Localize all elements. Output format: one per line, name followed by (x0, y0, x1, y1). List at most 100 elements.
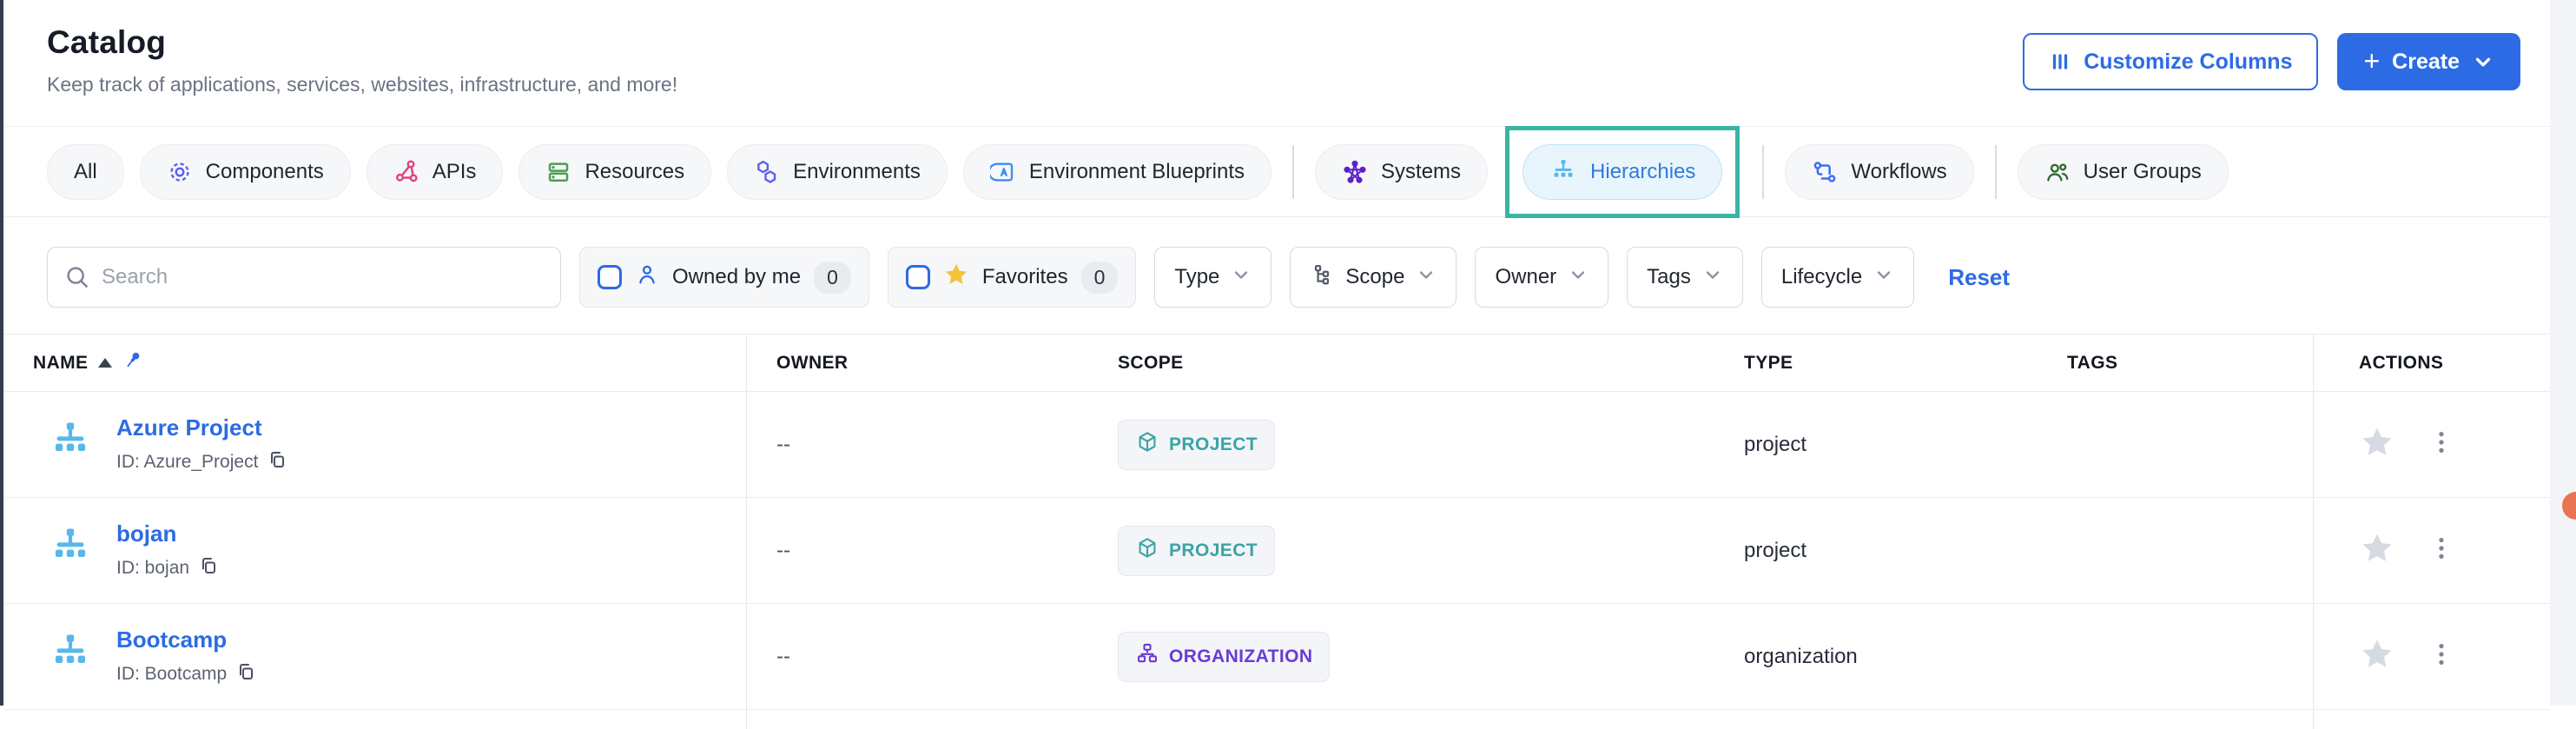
entity-name-link[interactable]: bojan (116, 520, 219, 547)
tab-group-divider (1762, 145, 1764, 199)
row-menu-button[interactable] (2428, 641, 2454, 672)
type-value: project (1736, 539, 2059, 563)
page-subtitle: Keep track of applications, services, we… (47, 73, 677, 96)
page-title-block: Catalog Keep track of applications, serv… (47, 24, 677, 96)
tab-apis[interactable]: APIs (367, 144, 504, 200)
row-menu-button[interactable] (2428, 429, 2454, 460)
type-filter-dropdown[interactable]: Type (1154, 247, 1271, 308)
blueprint-icon (990, 159, 1016, 185)
chevron-down-icon (1702, 264, 1723, 291)
sidebar-edge (0, 0, 3, 706)
favorite-star-button[interactable] (2359, 530, 2395, 571)
tab-environments[interactable]: Environments (727, 144, 948, 200)
customize-columns-button[interactable]: Customize Columns (2023, 33, 2318, 90)
tab-user-groups-label: User Groups (2084, 160, 2202, 184)
table-row-partial (3, 710, 2550, 729)
column-header-tags[interactable]: TAGS (2059, 353, 2313, 374)
column-header-name[interactable]: NAME (3, 335, 747, 391)
favorites-count: 0 (1081, 262, 1119, 294)
sort-ascending-icon[interactable] (98, 358, 112, 368)
scope-filter-label: Scope (1345, 265, 1404, 289)
copy-icon[interactable] (267, 449, 287, 475)
table-row: bojan ID: bojan -- PROJECT (3, 498, 2550, 604)
annotation-box: Hierarchies (1505, 126, 1740, 218)
tab-environments-label: Environments (793, 160, 921, 184)
favorite-star-button[interactable] (2359, 424, 2395, 465)
star-icon (943, 262, 969, 294)
entity-id: ID: Bootcamp (116, 664, 227, 685)
tab-components-label: Components (206, 160, 324, 184)
column-header-type[interactable]: TYPE (1736, 353, 2059, 374)
owned-by-me-filter[interactable]: Owned by me 0 (579, 247, 869, 308)
favorites-label: Favorites (982, 265, 1068, 289)
catalog-page: Catalog Keep track of applications, serv… (3, 0, 2550, 729)
type-value: project (1736, 433, 2059, 457)
create-label: Create (2392, 50, 2460, 75)
column-header-owner[interactable]: OWNER (747, 353, 1107, 374)
tab-systems[interactable]: Systems (1315, 144, 1488, 200)
gear-icon (167, 159, 193, 185)
scope-tree-icon (1310, 262, 1334, 293)
cube-icon (1135, 430, 1159, 460)
user-groups-icon (2044, 159, 2071, 185)
favorites-filter[interactable]: Favorites 0 (888, 247, 1137, 308)
tab-workflows[interactable]: Workflows (1785, 144, 1973, 200)
star-network-icon (1342, 159, 1368, 185)
chevron-down-icon (1873, 264, 1894, 291)
owner-value: -- (747, 645, 1107, 669)
tab-hierarchies[interactable]: Hierarchies (1522, 144, 1722, 200)
reset-filters-link[interactable]: Reset (1948, 264, 2010, 291)
entity-id: ID: Azure_Project (116, 452, 258, 473)
owner-filter-dropdown[interactable]: Owner (1475, 247, 1608, 308)
lifecycle-filter-dropdown[interactable]: Lifecycle (1761, 247, 1914, 308)
column-header-scope[interactable]: SCOPE (1107, 353, 1736, 374)
create-button[interactable]: + Create (2337, 33, 2520, 90)
tab-resources[interactable]: Resources (519, 144, 711, 200)
customize-columns-label: Customize Columns (2084, 50, 2292, 75)
scope-badge: PROJECT (1118, 526, 1275, 576)
filter-bar: Owned by me 0 Favorites 0 Type Scope (3, 217, 2550, 318)
tab-components[interactable]: Components (140, 144, 351, 200)
owner-value: -- (747, 539, 1107, 563)
owner-filter-label: Owner (1495, 265, 1556, 289)
cube-icon (1135, 536, 1159, 566)
copy-icon[interactable] (235, 661, 256, 687)
scope-badge: PROJECT (1118, 420, 1275, 470)
hierarchy-entity-icon (49, 633, 92, 680)
copy-icon[interactable] (198, 555, 219, 581)
tab-workflows-label: Workflows (1851, 160, 1946, 184)
search-input[interactable] (47, 247, 561, 308)
entity-name-link[interactable]: Azure Project (116, 414, 287, 441)
favorite-star-button[interactable] (2359, 636, 2395, 677)
pin-icon[interactable] (122, 349, 145, 376)
plus-icon: + (2363, 47, 2380, 75)
hierarchy-icon (1549, 158, 1577, 186)
tab-user-groups[interactable]: User Groups (2018, 144, 2229, 200)
catalog-tab-bar: All Components APIs Resources Environmen (3, 127, 2550, 217)
owner-value: -- (747, 433, 1107, 457)
catalog-table: NAME OWNER SCOPE TYPE TAGS ACTIONS Azure… (3, 334, 2550, 729)
table-header-row: NAME OWNER SCOPE TYPE TAGS ACTIONS (3, 335, 2550, 392)
owned-by-me-checkbox[interactable] (598, 265, 622, 289)
search-box (47, 247, 561, 308)
tab-group-divider (1995, 145, 1997, 199)
favorites-checkbox[interactable] (906, 265, 930, 289)
tags-filter-dropdown[interactable]: Tags (1627, 247, 1743, 308)
owned-by-me-label: Owned by me (672, 265, 801, 289)
entity-name-link[interactable]: Bootcamp (116, 626, 256, 653)
table-row: Azure Project ID: Azure_Project -- PROJE… (3, 392, 2550, 498)
scope-filter-dropdown[interactable]: Scope (1290, 247, 1456, 308)
entity-id: ID: bojan (116, 558, 189, 579)
search-icon (64, 264, 90, 295)
tab-environment-blueprints[interactable]: Environment Blueprints (963, 144, 1271, 200)
tab-all-label: All (74, 160, 97, 184)
column-header-actions: ACTIONS (2313, 335, 2550, 391)
tab-all[interactable]: All (47, 144, 124, 200)
tab-environment-blueprints-label: Environment Blueprints (1029, 160, 1245, 184)
page-background-strip (2550, 0, 2576, 706)
chevron-down-icon (1416, 264, 1437, 291)
table-row: Bootcamp ID: Bootcamp -- ORGANIZATION (3, 604, 2550, 710)
chevron-down-icon (2472, 50, 2494, 73)
row-menu-button[interactable] (2428, 535, 2454, 566)
org-chart-icon (1135, 642, 1159, 672)
